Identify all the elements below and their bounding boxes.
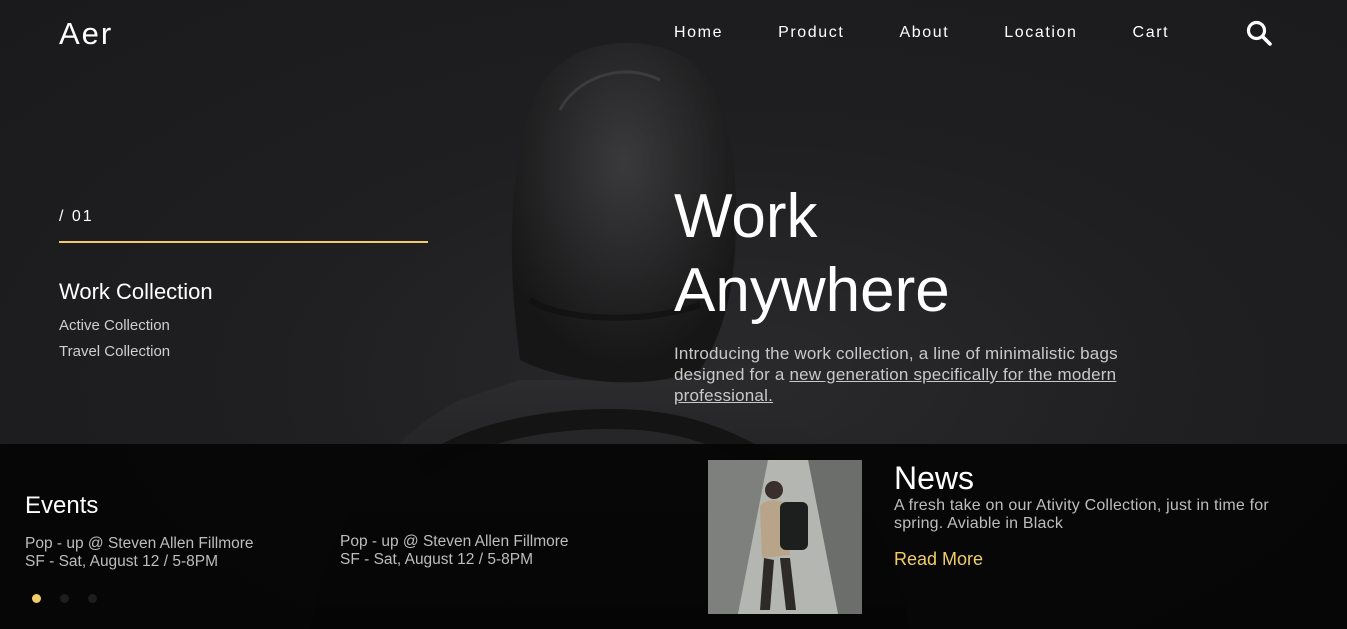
event-item[interactable]: Pop - up @ Steven Allen Fillmore SF - Sa…	[25, 535, 254, 571]
collection-link-active[interactable]: Active Collection	[59, 317, 170, 334]
nav-product-link[interactable]: Product	[778, 24, 844, 42]
slide-progress-line	[59, 241, 428, 243]
pagination-dot-2[interactable]	[60, 594, 69, 603]
nav-cart-link[interactable]: Cart	[1133, 24, 1170, 42]
main-nav: Home Product About Location Cart	[674, 24, 1224, 42]
news-thumbnail[interactable]	[708, 460, 862, 614]
collection-link-travel[interactable]: Travel Collection	[59, 343, 170, 360]
headline-line-2: Anywhere	[674, 256, 950, 325]
nav-home-link[interactable]: Home	[674, 24, 723, 42]
brand-logo[interactable]: Aer	[59, 16, 113, 52]
headline-line-1: Work	[674, 182, 818, 251]
news-title: News	[894, 460, 975, 496]
event-date: SF - Sat, August 12 / 5-8PM	[25, 553, 218, 570]
news-photo-illustration	[708, 460, 862, 614]
nav-about-link[interactable]: About	[899, 24, 949, 42]
news-text: A fresh take on our Ativity Collection, …	[894, 497, 1269, 532]
read-more-link[interactable]: Read More	[894, 549, 983, 570]
pagination-dot-3[interactable]	[88, 594, 97, 603]
pagination-dot-1[interactable]	[32, 594, 41, 603]
slide-index: / 01	[59, 208, 94, 225]
nav-location-link[interactable]: Location	[1004, 24, 1077, 42]
event-date: SF - Sat, August 12 / 5-8PM	[340, 551, 533, 568]
event-item[interactable]: Pop - up @ Steven Allen Fillmore SF - Sa…	[340, 533, 569, 569]
search-icon[interactable]	[1245, 19, 1273, 47]
hero-headline: Work Anywhere	[674, 180, 1174, 328]
collection-title[interactable]: Work Collection	[59, 279, 213, 305]
event-name: Pop - up @ Steven Allen Fillmore	[25, 535, 254, 552]
events-pagination	[32, 594, 116, 603]
hero-intro: Introducing the work collection, a line …	[674, 343, 1164, 406]
event-name: Pop - up @ Steven Allen Fillmore	[340, 533, 569, 550]
events-title: Events	[25, 492, 99, 519]
